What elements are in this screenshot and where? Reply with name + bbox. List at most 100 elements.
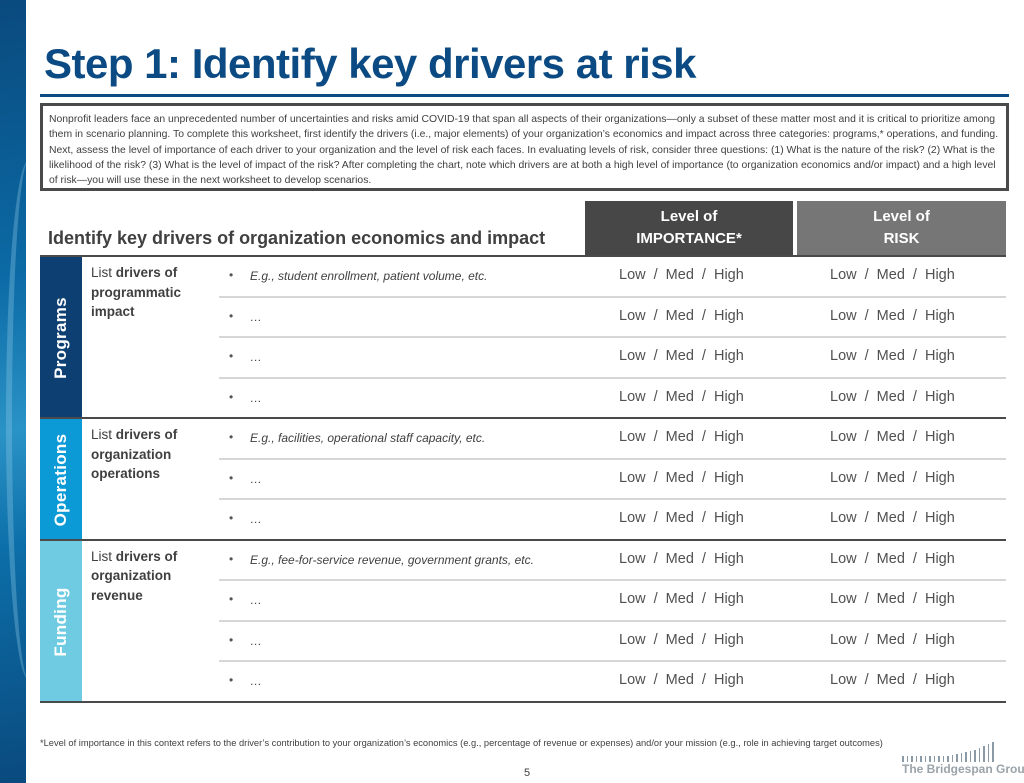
risk-column-header: Level of RISK (797, 201, 1006, 255)
risk-rating[interactable]: Low / Med / High (830, 510, 955, 526)
logo-bar (960, 753, 962, 762)
logo-bar (956, 754, 958, 762)
risk-rating[interactable]: Low / Med / High (830, 672, 955, 688)
title-text: Identify key drivers at risk (180, 40, 697, 87)
importance-rating[interactable]: Low / Med / High (619, 632, 744, 648)
section-description-prefix: List (91, 548, 116, 564)
risk-header-line1: Level of (873, 208, 930, 225)
driver-entry[interactable]: … (250, 310, 262, 324)
logo-text: The Bridgespan Group (902, 762, 1024, 776)
bullet-icon: • (229, 592, 234, 606)
section-description: List drivers of programmatic impact (91, 263, 221, 322)
importance-rating[interactable]: Low / Med / High (619, 308, 744, 324)
intro-text: Nonprofit leaders face an unprecedented … (49, 114, 999, 187)
importance-column-header: Level of IMPORTANCE* (585, 201, 793, 255)
bullet-icon: • (229, 632, 234, 647)
driver-entry[interactable]: … (250, 391, 262, 405)
table-row: • … Low / Med / High Low / Med / High (219, 379, 1006, 420)
bullet-icon: • (229, 551, 234, 566)
logo-bar (978, 748, 980, 762)
logo-bar (969, 751, 971, 762)
driver-entry[interactable]: … (250, 512, 262, 526)
section-description-prefix: List (91, 427, 116, 442)
driver-entry[interactable]: E.g., fee-for-service revenue, governmen… (250, 553, 534, 567)
importance-rating[interactable]: Low / Med / High (619, 591, 744, 607)
importance-rating[interactable]: Low / Med / High (619, 672, 744, 688)
decorative-side-stripe (0, 0, 26, 783)
bullet-icon: • (229, 470, 234, 485)
logo-bar (987, 744, 989, 762)
section-description-prefix: List (91, 265, 116, 280)
section-label-operations: Operations (40, 419, 82, 541)
risk-rating[interactable]: Low / Med / High (830, 429, 955, 445)
bullet-icon: • (229, 389, 234, 404)
risk-rating[interactable]: Low / Med / High (830, 267, 955, 283)
bullet-icon: • (229, 511, 234, 525)
table-row: • … Low / Med / High Low / Med / High (219, 662, 1006, 703)
importance-rating[interactable]: Low / Med / High (619, 551, 744, 567)
importance-rating[interactable]: Low / Med / High (619, 348, 744, 364)
driver-entry[interactable]: E.g., facilities, operational staff capa… (250, 431, 485, 445)
section-description: List drivers of organization operations (91, 425, 221, 484)
section-programs: Programs List drivers of programmatic imp… (40, 257, 1006, 419)
table-row: • … Low / Med / High Low / Med / High (219, 500, 1006, 541)
risk-rating[interactable]: Low / Med / High (830, 348, 955, 364)
risk-rating[interactable]: Low / Med / High (830, 551, 955, 567)
section-divider (40, 700, 1006, 703)
driver-entry[interactable]: … (250, 634, 262, 648)
logo-bar (983, 746, 985, 762)
logo-bar (992, 742, 994, 762)
section-label-text: Funding (51, 586, 70, 657)
driver-entry[interactable]: … (250, 674, 262, 688)
logo-bar (965, 752, 967, 762)
section-operations: Operations List drivers of organization o… (40, 419, 1006, 541)
bridgespan-logo: The Bridgespan Group (900, 742, 1024, 778)
section-label-funding: Funding (40, 540, 82, 703)
section-label-text: Operations (51, 433, 70, 527)
risk-rating[interactable]: Low / Med / High (830, 632, 955, 648)
section-label-text: Programs (51, 297, 70, 379)
importance-rating[interactable]: Low / Med / High (619, 389, 744, 405)
page-number: 5 (524, 767, 531, 779)
importance-header-line2: IMPORTANCE* (636, 230, 742, 247)
section-label-programs: Programs (40, 257, 82, 419)
driver-entry[interactable]: … (250, 350, 262, 364)
table-title: Identify key drivers of organization eco… (48, 228, 546, 248)
driver-entry[interactable]: … (250, 472, 262, 486)
table-row: • E.g., student enrollment, patient volum… (219, 257, 1006, 298)
risk-rating[interactable]: Low / Med / High (830, 591, 955, 607)
importance-rating[interactable]: Low / Med / High (619, 429, 744, 445)
risk-rating[interactable]: Low / Med / High (830, 389, 955, 405)
logo-bar (974, 750, 976, 762)
table-row: • … Low / Med / High Low / Med / High (219, 338, 1006, 379)
logo-bars-icon (902, 742, 994, 762)
risk-rating[interactable]: Low / Med / High (830, 308, 955, 324)
section-description: List drivers of organization revenue (91, 547, 221, 606)
bullet-icon: • (229, 673, 234, 687)
logo-bar (951, 755, 953, 762)
table-row: • … Low / Med / High Low / Med / High (219, 460, 1006, 501)
section-funding: Funding List drivers of organization reve… (40, 540, 1006, 703)
footnote: *Level of importance in this context ref… (40, 738, 883, 748)
table-row: • E.g., facilities, operational staff cap… (219, 419, 1006, 460)
risk-rating[interactable]: Low / Med / High (830, 470, 955, 486)
risk-header-line2: RISK (883, 230, 920, 247)
table-row: • … Low / Med / High Low / Med / High (219, 622, 1006, 663)
driver-entry[interactable]: … (250, 593, 262, 607)
bullet-icon: • (229, 308, 234, 323)
table-row: • … Low / Med / High Low / Med / High (219, 581, 1006, 622)
importance-rating[interactable]: Low / Med / High (619, 510, 744, 526)
importance-header-line1: Level of (660, 208, 718, 225)
intro-box: Nonprofit leaders face an unprecedented … (40, 103, 1009, 191)
importance-rating[interactable]: Low / Med / High (619, 267, 744, 283)
importance-rating[interactable]: Low / Med / High (619, 470, 744, 486)
table-row: • E.g., fee-for-service revenue, governme… (219, 541, 1006, 582)
driver-entry[interactable]: E.g., student enrollment, patient volume… (250, 269, 487, 283)
bullet-icon: • (229, 430, 234, 444)
page-title: Step 1: Identify key drivers at risk (44, 40, 696, 88)
title-step: Step 1: (44, 40, 181, 87)
table-row: • … Low / Med / High Low / Med / High (219, 298, 1006, 339)
bullet-icon: • (229, 349, 234, 363)
bullet-icon: • (229, 268, 234, 282)
title-underline (40, 94, 1009, 97)
